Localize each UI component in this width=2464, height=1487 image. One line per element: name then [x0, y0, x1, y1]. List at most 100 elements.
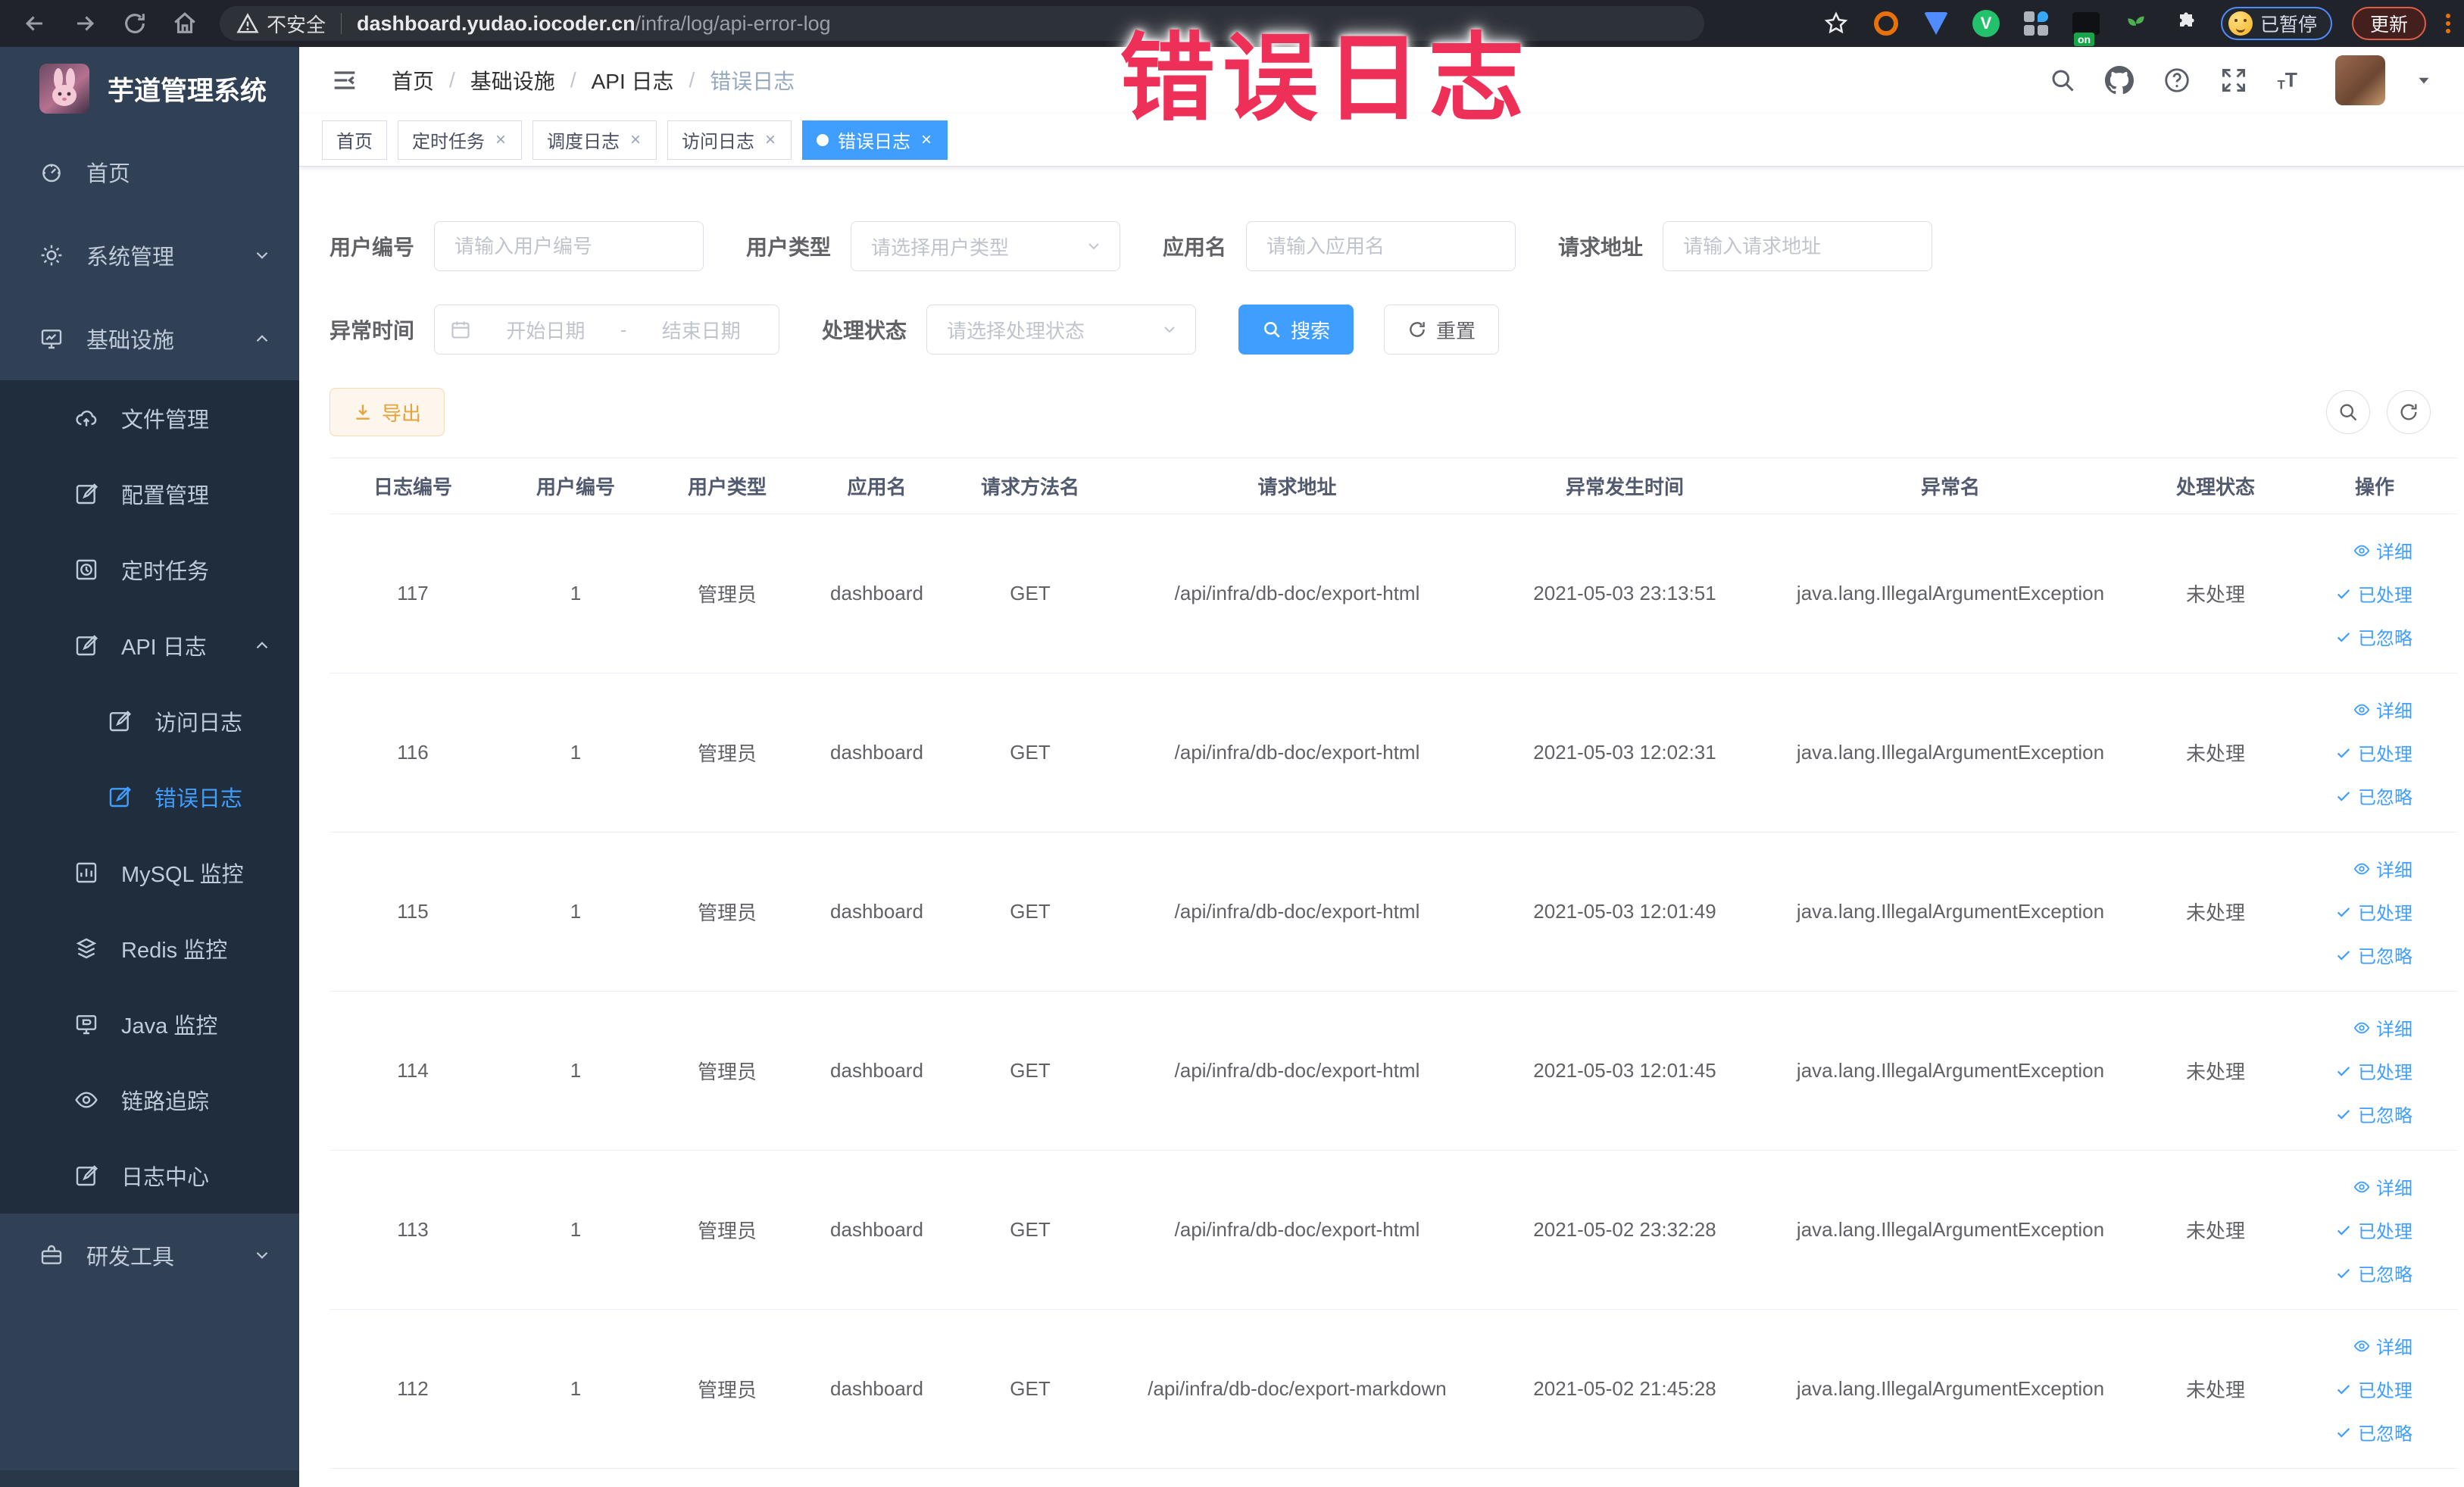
eye-icon — [2353, 545, 2370, 556]
tags-view-bar: 首页 定时任务 × 调度日志 × 访问日志 × 错误日志 × — [299, 114, 2464, 167]
sidebar-item-error-log[interactable]: 错误日志 — [0, 759, 299, 835]
close-icon[interactable]: × — [494, 130, 507, 151]
sidebar-item-access-log[interactable]: 访问日志 — [0, 683, 299, 759]
extension-plant-icon[interactable] — [2121, 8, 2151, 39]
address-bar[interactable]: 不安全 dashboard.yudao.iocoder.cn/infra/log… — [220, 6, 1704, 41]
breadcrumb-api-log[interactable]: API 日志 — [592, 65, 674, 95]
user-id-input[interactable] — [434, 221, 704, 271]
sidebar-item-log-center[interactable]: 日志中心 — [0, 1138, 299, 1214]
breadcrumb-infra[interactable]: 基础设施 — [470, 65, 555, 95]
sidebar-item-file-manage[interactable]: 文件管理 — [0, 380, 299, 456]
sidebar-item-java-monitor[interactable]: Java 监控 — [0, 986, 299, 1062]
mark-ignored-link[interactable]: 已忽略 — [2335, 783, 2412, 809]
tab-schedule-log[interactable]: 调度日志 × — [532, 120, 657, 160]
mark-ignored-link[interactable]: 已忽略 — [2335, 623, 2412, 650]
user-type-select[interactable]: 请选择用户类型 — [851, 221, 1121, 271]
extensions-puzzle-icon[interactable] — [2171, 8, 2201, 39]
sidebar-item-dev-tools[interactable]: 研发工具 — [0, 1214, 299, 1297]
help-icon[interactable] — [2163, 66, 2191, 95]
detail-link[interactable]: 详细 — [2353, 537, 2412, 564]
close-icon[interactable]: × — [920, 130, 933, 151]
sidebar-item-infra[interactable]: 基础设施 — [0, 297, 299, 380]
app-name-input[interactable] — [1246, 221, 1516, 271]
col-user-id: 用户编号 — [496, 458, 655, 514]
mark-ignored-link[interactable]: 已忽略 — [2335, 1101, 2412, 1127]
github-icon[interactable] — [2105, 66, 2134, 95]
cell-log-id: 112 — [329, 1309, 496, 1469]
close-icon[interactable]: × — [764, 130, 777, 151]
sidebar-item-scheduled-job[interactable]: 定时任务 — [0, 532, 299, 608]
tab-scheduled-job[interactable]: 定时任务 × — [398, 120, 523, 160]
request-url-input[interactable] — [1663, 221, 1933, 271]
font-size-icon[interactable]: TT — [2276, 65, 2306, 95]
reset-button[interactable]: 重置 — [1384, 305, 1500, 355]
dashboard-icon — [42, 164, 61, 183]
sidebar-item-mysql-monitor[interactable]: MySQL 监控 — [0, 835, 299, 911]
browser-forward-icon[interactable] — [64, 5, 106, 42]
extension-switch-icon[interactable]: on — [2071, 8, 2101, 46]
mark-ignored-link[interactable]: 已忽略 — [2335, 1419, 2412, 1445]
extension-vue-devtools-icon[interactable]: V — [1971, 8, 2001, 39]
cell-app-name: dashboard — [799, 832, 954, 992]
tab-home[interactable]: 首页 — [322, 120, 387, 160]
end-date-placeholder[interactable]: 结束日期 — [639, 316, 764, 344]
cell-log-id: 113 — [329, 1150, 496, 1310]
mark-processed-link[interactable]: 已处理 — [2335, 1376, 2412, 1402]
mark-ignored-link[interactable]: 已忽略 — [2335, 1260, 2412, 1286]
col-exception-time: 异常发生时间 — [1488, 458, 1761, 514]
mark-processed-link[interactable]: 已处理 — [2335, 580, 2412, 607]
bookmark-star-icon[interactable] — [1821, 8, 1851, 39]
sidebar-item-label: Redis 监控 — [121, 939, 228, 963]
cell-method: GET — [954, 673, 1106, 833]
detail-link[interactable]: 详细 — [2353, 855, 2412, 882]
mark-processed-link[interactable]: 已处理 — [2335, 1217, 2412, 1243]
start-date-placeholder[interactable]: 开始日期 — [483, 316, 608, 344]
detail-link[interactable]: 详细 — [2353, 1332, 2412, 1359]
extension-shield-icon[interactable] — [1921, 8, 1951, 39]
extension-grid-icon[interactable] — [2021, 8, 2051, 39]
fullscreen-icon[interactable] — [2220, 67, 2247, 94]
process-status-select[interactable]: 请选择处理状态 — [926, 305, 1197, 355]
browser-update-button[interactable]: 更新 — [2351, 7, 2426, 40]
browser-back-icon[interactable] — [14, 5, 56, 42]
cell-request-url: /api/infra/db-doc/export-html — [1106, 1150, 1488, 1310]
detail-link[interactable]: 详细 — [2353, 696, 2412, 723]
browser-reload-icon[interactable] — [114, 5, 156, 42]
sidebar-item-system[interactable]: 系统管理 — [0, 214, 299, 297]
user-caret-down-icon[interactable] — [2414, 70, 2434, 90]
detail-link[interactable]: 详细 — [2353, 1173, 2412, 1200]
breadcrumb-home[interactable]: 首页 — [392, 65, 434, 95]
filter-label: 请求地址 — [1558, 236, 1644, 259]
export-button[interactable]: 导出 — [329, 388, 445, 436]
browser-menu-icon[interactable] — [2446, 14, 2450, 33]
sidebar-item-trace[interactable]: 链路追踪 — [0, 1062, 299, 1138]
check-icon — [2337, 632, 2350, 642]
filter-row-2: 异常时间 开始日期 - 结束日期 处理状态 请选择处理状态 搜索 重置 — [329, 305, 2447, 355]
browser-home-icon[interactable] — [164, 5, 206, 42]
sidebar-toggle-icon[interactable] — [329, 65, 360, 95]
profile-paused-chip[interactable]: 已暂停 — [2220, 7, 2332, 40]
url-text[interactable]: dashboard.yudao.iocoder.cn/infra/log/api… — [357, 12, 831, 36]
close-icon[interactable]: × — [629, 130, 642, 151]
search-icon[interactable] — [2049, 67, 2076, 94]
sidebar-item-config-manage[interactable]: 配置管理 — [0, 456, 299, 532]
sidebar-item-api-log[interactable]: API 日志 — [0, 608, 299, 683]
show-search-toggle-button[interactable] — [2326, 390, 2370, 434]
refresh-table-button[interactable] — [2387, 390, 2431, 434]
sidebar-item-home[interactable]: 首页 — [0, 130, 299, 214]
mark-ignored-link[interactable]: 已忽略 — [2335, 942, 2412, 968]
tab-error-log[interactable]: 错误日志 × — [802, 120, 948, 160]
tab-access-log[interactable]: 访问日志 × — [667, 120, 792, 160]
sidebar-logo[interactable]: 芋道管理系统 — [0, 47, 299, 130]
detail-link[interactable]: 详细 — [2353, 1014, 2412, 1041]
user-avatar[interactable] — [2335, 55, 2385, 105]
mark-processed-link[interactable]: 已处理 — [2335, 739, 2412, 766]
security-label[interactable]: 不安全 — [267, 10, 326, 38]
mark-processed-link[interactable]: 已处理 — [2335, 1057, 2412, 1084]
search-button[interactable]: 搜索 — [1238, 305, 1354, 355]
mark-processed-link[interactable]: 已处理 — [2335, 898, 2412, 925]
sidebar-item-redis-monitor[interactable]: Redis 监控 — [0, 911, 299, 986]
chart-icon — [76, 862, 97, 883]
exception-time-range-picker[interactable]: 开始日期 - 结束日期 — [434, 305, 780, 355]
extension-orange-icon[interactable] — [1871, 8, 1901, 39]
